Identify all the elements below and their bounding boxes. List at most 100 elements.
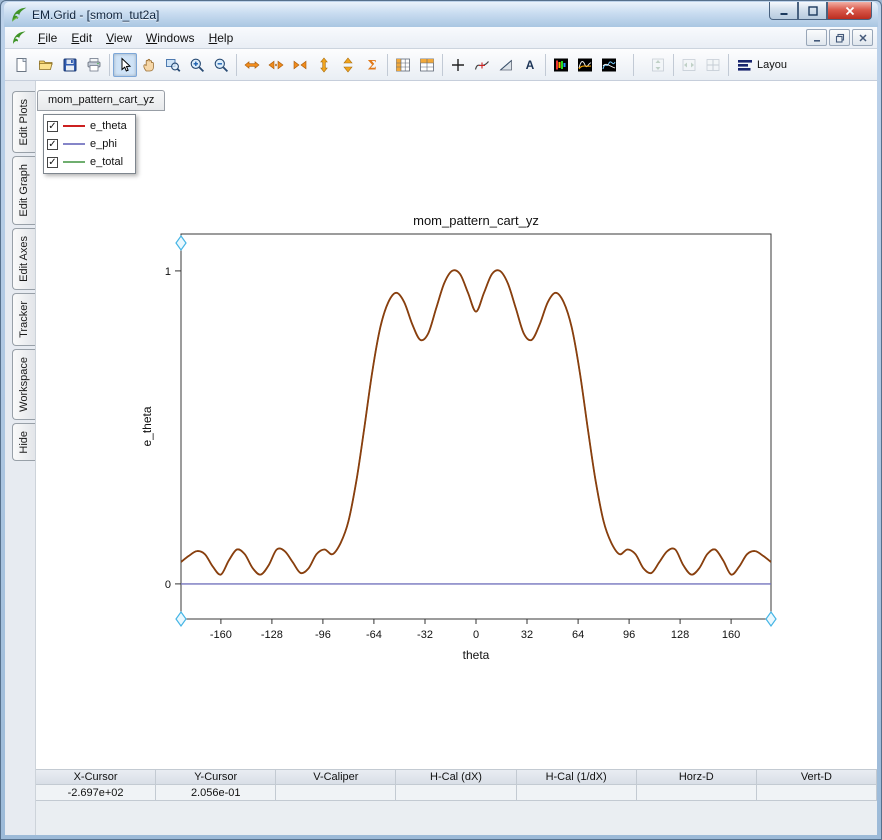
legend-checkbox[interactable]: ✓ — [47, 121, 58, 132]
row-select-button[interactable] — [415, 53, 439, 77]
mdi-restore-icon — [835, 33, 845, 43]
y-tick-label: 0 — [165, 579, 171, 591]
zoom-region-button[interactable] — [161, 53, 185, 77]
select-cursor-button[interactable] — [113, 53, 137, 77]
zoom-out-button[interactable] — [209, 53, 233, 77]
minimize-icon — [778, 5, 790, 17]
plot-2d-button[interactable] — [549, 53, 573, 77]
scale-v-expand-icon — [340, 57, 356, 73]
toolbar-separator — [236, 54, 237, 76]
legend-swatch — [63, 143, 85, 145]
legend-checkbox[interactable]: ✓ — [47, 139, 58, 150]
status-col-h-cal-dx-: H-Cal (dX) — [396, 769, 516, 785]
crosshair-button[interactable] — [446, 53, 470, 77]
status-value-4 — [517, 785, 637, 801]
slope-icon — [498, 57, 514, 73]
fit-page-button — [701, 53, 725, 77]
new-file-button[interactable] — [10, 53, 34, 77]
layout-label: Layou — [757, 59, 787, 71]
layout-button[interactable]: Layou — [732, 53, 792, 77]
menu-file[interactable]: File — [31, 29, 64, 47]
fit-horizontal-icon — [681, 57, 697, 73]
x-tick-label: 64 — [572, 629, 584, 641]
legend-label: e_phi — [90, 138, 117, 150]
workspace: Edit Plots Edit Graph Edit Axes Tracker Work… — [5, 81, 877, 835]
x-axis-label: theta — [463, 648, 490, 662]
text-label-button[interactable]: A — [518, 53, 542, 77]
svg-text:A: A — [526, 58, 535, 72]
menu-items: FileEditViewWindowsHelp — [31, 29, 240, 47]
plot-surface-button[interactable] — [597, 53, 621, 77]
mdi-restore-button[interactable] — [829, 29, 850, 46]
x-tick-label: 0 — [473, 629, 479, 641]
open-folder-button[interactable] — [34, 53, 58, 77]
toolbar-separator — [109, 54, 110, 76]
legend-swatch — [63, 161, 85, 163]
legend-label: e_total — [90, 156, 123, 168]
x-tick-label: 160 — [722, 629, 740, 641]
sidebar-tab-tracker[interactable]: Tracker — [12, 293, 35, 346]
sidebar-tab-label: Edit Plots — [18, 99, 30, 145]
scale-h-expand-icon — [268, 57, 284, 73]
document-tab[interactable]: mom_pattern_cart_yz — [37, 90, 165, 111]
svg-text:Σ: Σ — [367, 58, 376, 73]
curve-marker-icon — [474, 57, 490, 73]
print-button[interactable] — [82, 53, 106, 77]
chart-title: mom_pattern_cart_yz — [413, 213, 539, 228]
scale-v-expand-button[interactable] — [336, 53, 360, 77]
app-logo-icon — [10, 6, 28, 24]
scale-h-expand-button[interactable] — [264, 53, 288, 77]
sidebar-tab-workspace[interactable]: Workspace — [12, 349, 35, 420]
toolbar-separator — [442, 54, 443, 76]
curve-marker-button[interactable] — [470, 53, 494, 77]
sidebar-tab-edit-plots[interactable]: Edit Plots — [12, 91, 35, 153]
sidebar-tab-label: Tracker — [18, 301, 30, 338]
x-tick-label: -32 — [417, 629, 433, 641]
mdi-close-button[interactable] — [852, 29, 873, 46]
scale-h-fit-button[interactable] — [240, 53, 264, 77]
menu-help[interactable]: Help — [202, 29, 241, 47]
toolbar-separator — [673, 54, 674, 76]
menu-view[interactable]: View — [99, 29, 139, 47]
plot-waveform-button[interactable] — [573, 53, 597, 77]
x-tick-label: 32 — [521, 629, 533, 641]
scale-h-fit-icon — [244, 57, 260, 73]
legend-item-e-theta: ✓e_theta — [47, 117, 127, 135]
fit-vertical-icon — [650, 57, 666, 73]
scale-h-shrink-button[interactable] — [288, 53, 312, 77]
sidebar-tab-hide[interactable]: Hide — [12, 423, 35, 462]
legend-checkbox[interactable]: ✓ — [47, 157, 58, 168]
pan-hand-button[interactable] — [137, 53, 161, 77]
status-value-3 — [396, 785, 516, 801]
slope-button[interactable] — [494, 53, 518, 77]
sidebar-tab-edit-graph[interactable]: Edit Graph — [12, 156, 35, 225]
status-value-row: -2.697e+022.056e-01 — [36, 785, 877, 801]
x-tick-label: -64 — [366, 629, 382, 641]
mdi-close-icon — [858, 33, 868, 43]
window-controls — [769, 2, 872, 20]
maximize-button[interactable] — [798, 2, 827, 20]
sidebar-tab-edit-axes[interactable]: Edit Axes — [12, 228, 35, 290]
print-icon — [86, 57, 102, 73]
sidebar-tab-label: Workspace — [18, 357, 30, 412]
plot-document-area: mom_pattern_cart_yz ✓e_theta✓e_phi✓e_tot… — [35, 81, 877, 835]
zoom-in-icon — [189, 57, 205, 73]
scale-v-fit-button[interactable] — [312, 53, 336, 77]
sum-button[interactable]: Σ — [360, 53, 384, 77]
save-button[interactable] — [58, 53, 82, 77]
minimize-button[interactable] — [769, 2, 798, 20]
save-icon — [62, 57, 78, 73]
column-select-button[interactable] — [391, 53, 415, 77]
status-value-6 — [757, 785, 877, 801]
menu-windows[interactable]: Windows — [139, 29, 202, 47]
zoom-in-button[interactable] — [185, 53, 209, 77]
menu-edit[interactable]: Edit — [64, 29, 99, 47]
status-col-vert-d: Vert-D — [757, 769, 877, 785]
text-label-icon: A — [522, 57, 538, 73]
mdi-window-controls — [806, 29, 873, 46]
close-button[interactable] — [827, 2, 872, 20]
select-cursor-icon — [117, 57, 133, 73]
chart-canvas[interactable]: mom_pattern_cart_yz-160-128-96-64-320326… — [36, 179, 880, 699]
mdi-minimize-button[interactable] — [806, 29, 827, 46]
plot-area[interactable] — [181, 234, 771, 619]
